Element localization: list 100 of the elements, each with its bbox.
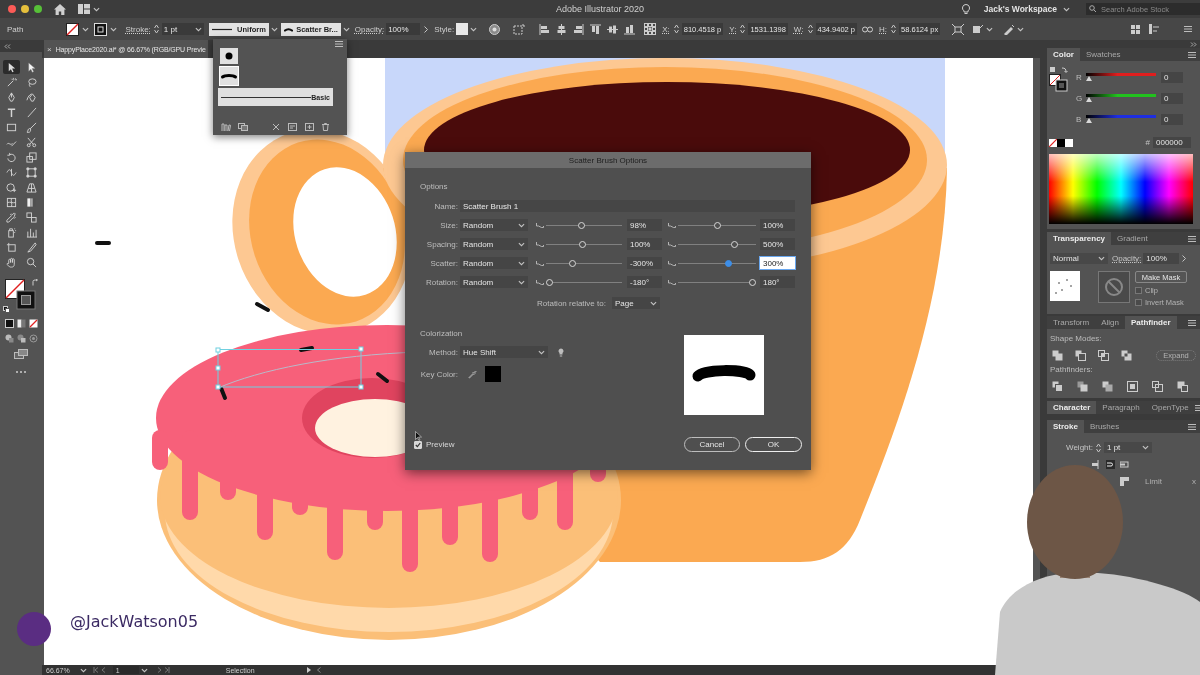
mode-dropdown[interactable]: Random	[460, 219, 528, 231]
overlap-shapes-icon[interactable]	[16, 334, 26, 343]
target-circle-icon[interactable]	[28, 334, 38, 343]
blank-swatch-icon[interactable]	[1065, 138, 1073, 147]
value-field[interactable]: 98%	[627, 219, 662, 231]
solid-swatch-icon[interactable]	[4, 319, 14, 328]
value-field[interactable]: 180°	[760, 276, 795, 288]
close-tab-button[interactable]: ×	[47, 44, 52, 54]
panel-tab[interactable]: Color	[1047, 48, 1080, 61]
slider-thumb[interactable]	[1086, 118, 1092, 123]
channel-value-field[interactable]: 0	[1161, 71, 1183, 83]
hex-field[interactable]: 000000	[1153, 137, 1191, 148]
pages-icon[interactable]	[238, 123, 248, 131]
color-spectrum[interactable]	[1049, 154, 1193, 224]
blend-mode-dropdown[interactable]: Normal	[1050, 253, 1108, 264]
layout-grid-icon[interactable]	[78, 4, 90, 14]
overlapping-squares-icon[interactable]	[1121, 350, 1132, 361]
anchor-point[interactable]	[215, 365, 221, 371]
graphic-style-swatch-icon[interactable]	[456, 23, 469, 35]
opacity-link[interactable]: Opacity:	[354, 24, 385, 34]
overlap-shapes-icon[interactable]	[4, 334, 14, 343]
value-field[interactable]: 100%	[627, 238, 662, 250]
x-icon[interactable]	[272, 123, 280, 131]
home-icon[interactable]	[54, 3, 66, 15]
opacity-field[interactable]: 100%	[386, 23, 421, 35]
panel-tab[interactable]: Stroke	[1047, 420, 1084, 433]
stroke-link[interactable]: Stroke:	[125, 24, 151, 34]
square-line-icon[interactable]	[972, 23, 985, 35]
brush-stroke[interactable]	[219, 386, 227, 400]
brush-stroke[interactable]	[255, 302, 270, 312]
transform-label[interactable]: W:	[793, 24, 804, 34]
up-down-arrows-icon[interactable]	[807, 24, 813, 34]
none-swatch-icon[interactable]	[28, 319, 38, 328]
menu-icon[interactable]	[1188, 319, 1196, 326]
stroke-swatch-icon[interactable]	[94, 22, 108, 36]
mode-dropdown[interactable]: Random	[460, 238, 528, 250]
key-color-swatch[interactable]	[485, 366, 501, 382]
slider-thumb[interactable]	[1086, 97, 1092, 102]
anchor-point[interactable]	[358, 346, 364, 352]
menu-icon[interactable]	[335, 41, 343, 47]
maximize-button[interactable]	[34, 5, 42, 13]
lightbulb-icon[interactable]	[558, 347, 564, 357]
align-bottom-icon[interactable]	[624, 23, 636, 35]
slider-thumb[interactable]	[1086, 76, 1092, 81]
value-field[interactable]: 100%	[760, 219, 795, 231]
merged-squares-icon[interactable]	[1102, 381, 1113, 392]
gradient-swatch-icon[interactable]	[16, 319, 26, 328]
panel-tab[interactable]: Transparency	[1047, 232, 1112, 245]
lightbulb-icon[interactable]	[961, 3, 970, 15]
text-wrap-icon[interactable]	[1149, 24, 1160, 34]
panel-tab[interactable]: Brushes	[1083, 420, 1126, 433]
weight-field[interactable]: 1 pt	[1104, 442, 1152, 453]
value-field[interactable]: 300%	[760, 257, 795, 269]
menu-icon[interactable]	[1184, 26, 1192, 32]
panel-tab[interactable]: Transform	[1047, 316, 1096, 329]
value-field[interactable]: -300%	[627, 257, 662, 269]
align-center-icon[interactable]	[556, 23, 568, 35]
menu-icon[interactable]	[1194, 404, 1200, 411]
overlapping-squares-icon[interactable]	[1075, 350, 1086, 361]
chevron-left-icon[interactable]	[316, 667, 321, 673]
swap-arrow-icon[interactable]	[32, 279, 39, 286]
workspace-switcher[interactable]: Jack's Workspace	[983, 4, 1070, 14]
align-left-icon[interactable]	[539, 23, 551, 35]
channel-value-field[interactable]: 0	[1161, 92, 1183, 104]
square-cap-icon[interactable]	[1120, 460, 1129, 469]
align-top-icon[interactable]	[590, 23, 602, 35]
play-icon[interactable]	[306, 667, 311, 673]
up-down-arrows-icon[interactable]	[673, 24, 679, 34]
default-colors-icon[interactable]	[3, 306, 10, 313]
expand-icon[interactable]	[1190, 41, 1197, 47]
reference-point-icon[interactable]	[644, 23, 657, 35]
rotation-relative-dropdown[interactable]: Page	[611, 297, 660, 309]
round-cap-icon[interactable]	[1106, 460, 1115, 469]
panel-tab[interactable]: Character	[1047, 401, 1097, 414]
screens-icon[interactable]	[14, 349, 28, 359]
fill-swatch-icon[interactable]	[66, 22, 80, 36]
name-field[interactable]: Scatter Brush 1	[460, 200, 795, 212]
fill-stroke-icon[interactable]	[5, 279, 36, 310]
brush-stroke[interactable]	[299, 346, 314, 352]
menu-icon[interactable]	[1188, 51, 1196, 58]
close-button[interactable]	[8, 5, 16, 13]
stroke-weight-field[interactable]: 1 pt	[161, 23, 204, 35]
value-field[interactable]: -180°	[627, 276, 662, 288]
opacity-link[interactable]: Opacity:	[1112, 254, 1142, 263]
chevron-right-icon[interactable]	[424, 25, 429, 33]
overlapping-squares-icon[interactable]	[1098, 350, 1109, 361]
panel-tab[interactable]: Pathfinder	[1124, 316, 1177, 329]
transform-label[interactable]: X:	[662, 24, 670, 34]
value-field[interactable]: 500%	[760, 238, 795, 250]
books-icon[interactable]	[221, 123, 231, 131]
plus-square-icon[interactable]	[305, 123, 314, 131]
dot-brush-icon[interactable]	[220, 48, 238, 64]
miter-join-icon[interactable]	[1120, 477, 1129, 486]
mode-dropdown[interactable]: Random	[460, 257, 528, 269]
up-down-arrows-icon[interactable]	[1096, 442, 1101, 453]
align-middle-icon[interactable]	[607, 23, 619, 35]
transform-label[interactable]: Y:	[729, 24, 737, 34]
panel-tab[interactable]: Swatches	[1079, 48, 1127, 61]
merged-squares-icon[interactable]	[1052, 350, 1063, 361]
method-dropdown[interactable]: Hue Shift	[460, 346, 548, 358]
